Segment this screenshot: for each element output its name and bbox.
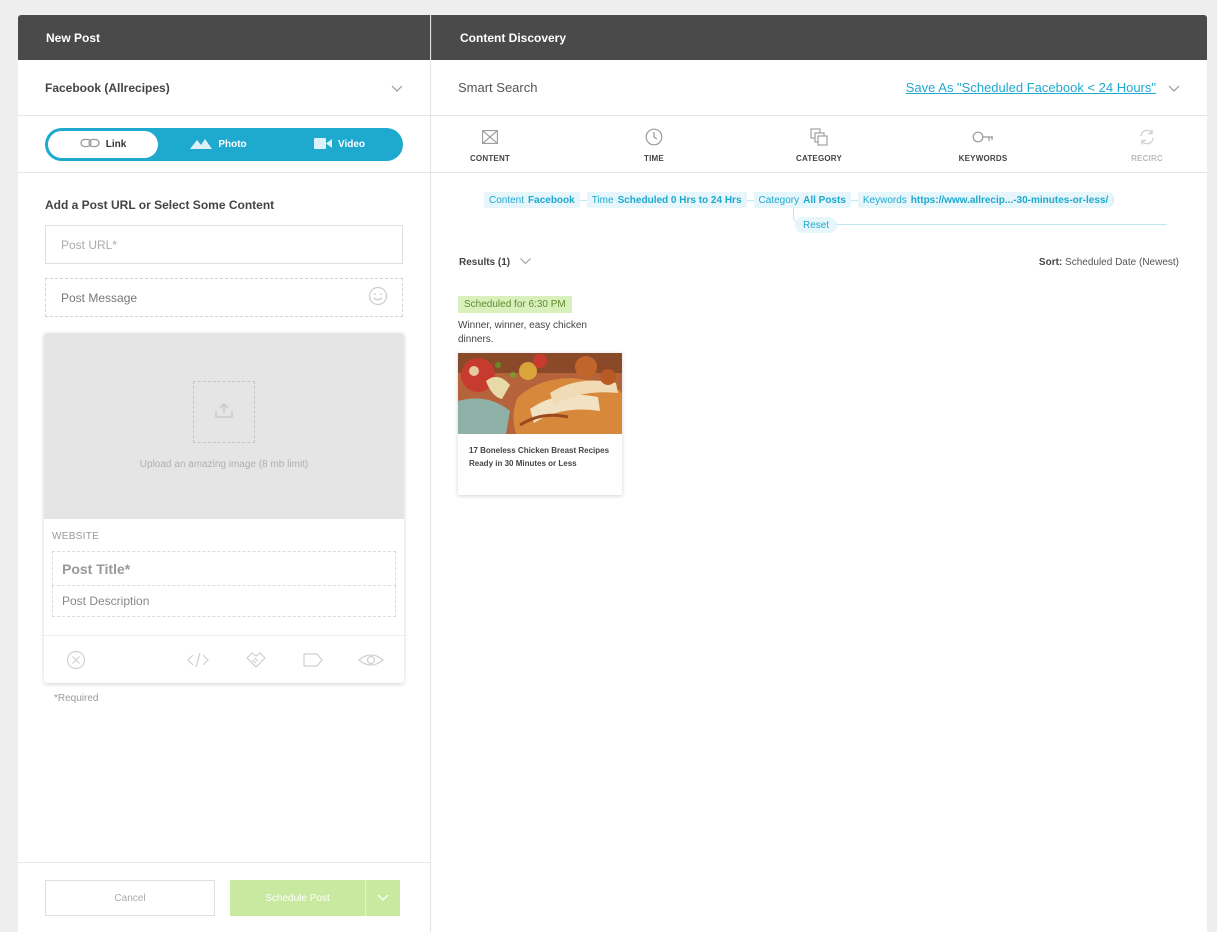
result-title: 17 Boneless Chicken Breast Recipes Ready…: [469, 446, 610, 468]
save-as-link[interactable]: Save As "Scheduled Facebook < 24 Hours": [906, 80, 1156, 95]
account-name: Facebook (Allrecipes): [45, 80, 170, 95]
post-type-row: Link Photo Video: [18, 116, 430, 173]
chevron-down-icon: [377, 889, 389, 907]
schedule-post-button-group: Schedule Post: [230, 880, 400, 916]
chevron-down-icon[interactable]: [1168, 82, 1180, 94]
chip-connector: [793, 207, 1167, 225]
website-label: WEBSITE: [52, 531, 100, 542]
filter-chip-content[interactable]: Content Facebook: [484, 192, 580, 208]
post-url-input[interactable]: Post URL*: [45, 225, 403, 264]
handshake-icon[interactable]: [245, 650, 267, 675]
app-window: New Post Facebook (Allrecipes) Link Phot…: [18, 15, 1207, 932]
sort-control[interactable]: Sort: Scheduled Date (Newest): [1039, 257, 1179, 268]
tab-photo-label: Photo: [218, 139, 247, 150]
filter-chip-category[interactable]: Category All Posts: [753, 192, 851, 208]
smart-search-row: Smart Search Save As "Scheduled Facebook…: [431, 60, 1207, 116]
post-message-input[interactable]: Post Message: [45, 278, 403, 317]
filter-tab-category-label: CATEGORY: [795, 154, 843, 163]
emoji-icon[interactable]: [368, 286, 388, 309]
save-search-control: Save As "Scheduled Facebook < 24 Hours": [906, 80, 1180, 95]
category-icon: [810, 128, 828, 148]
post-caption: Winner, winner, easy chicken dinners.: [458, 320, 587, 345]
key-icon: [972, 130, 994, 146]
filter-tab-time-label: TIME: [644, 154, 664, 163]
chip-value: Facebook: [528, 194, 575, 206]
link-icon: [80, 138, 100, 151]
post-title-placeholder: Post Title*: [62, 560, 131, 577]
filter-tab-category[interactable]: CATEGORY: [779, 128, 859, 163]
clock-icon: [645, 128, 663, 148]
tab-video-label: Video: [337, 139, 366, 150]
filter-tabs: CONTENT TIME CATEGORY KEYWORDS RECIRC: [431, 116, 1207, 173]
tab-video[interactable]: Video: [279, 131, 400, 158]
chip-key: Content: [489, 194, 525, 206]
result-thumbnail: [458, 353, 622, 434]
remove-icon[interactable]: [66, 650, 86, 675]
tab-link[interactable]: Link: [48, 131, 158, 158]
chip-value: https://www.allrecip...-30-minutes-or-le…: [910, 194, 1109, 206]
post-url-placeholder: Post URL*: [61, 237, 118, 252]
chip-key: Category: [758, 194, 800, 206]
content-discovery-panel: Content Discovery Smart Search Save As "…: [431, 15, 1207, 932]
chip-separator: [850, 199, 858, 201]
schedule-post-button[interactable]: Schedule Post: [230, 880, 365, 916]
recirc-icon: [1138, 128, 1156, 148]
post-message-placeholder: Post Message: [61, 290, 138, 305]
results-toggle[interactable]: Results (1): [459, 257, 532, 268]
eye-icon[interactable]: [358, 650, 384, 675]
smart-search-label: Smart Search: [458, 80, 538, 95]
chip-separator: [746, 199, 754, 201]
upload-hint: Upload an amazing image (8 mb limit): [139, 459, 309, 470]
new-post-panel: New Post Facebook (Allrecipes) Link Phot…: [18, 15, 431, 932]
filter-tab-recirc[interactable]: RECIRC: [1107, 128, 1187, 163]
post-description-field[interactable]: Post Description: [52, 586, 396, 617]
section-title: Add a Post URL or Select Some Content: [45, 198, 275, 212]
scheduled-badge: Scheduled for 6:30 PM: [458, 296, 572, 313]
code-icon[interactable]: [186, 650, 210, 675]
upload-icon: [215, 402, 233, 423]
result-card[interactable]: 17 Boneless Chicken Breast Recipes Ready…: [458, 353, 622, 495]
filter-tab-content[interactable]: CONTENT: [450, 128, 530, 163]
chevron-down-icon: [391, 82, 403, 94]
chip-value: All Posts: [803, 194, 846, 206]
tab-photo[interactable]: Photo: [158, 131, 279, 158]
sort-value: Scheduled Date (Newest): [1065, 257, 1179, 268]
reset-filters-button[interactable]: Reset: [795, 217, 838, 233]
filter-tab-keywords[interactable]: KEYWORDS: [943, 128, 1023, 163]
post-description-placeholder: Post Description: [62, 594, 150, 608]
filter-tab-keywords-label: KEYWORDS: [958, 154, 1008, 163]
image-upload-area[interactable]: Upload an amazing image (8 mb limit): [44, 333, 404, 519]
active-filters: Content Facebook Time Scheduled 0 Hrs to 2…: [484, 192, 1115, 208]
required-note: *Required: [54, 693, 99, 704]
left-footer: Cancel Schedule Post: [18, 862, 430, 932]
mountain-icon: [190, 137, 213, 152]
chevron-down-icon: [520, 257, 532, 268]
filter-tab-recirc-label: RECIRC: [1131, 154, 1163, 163]
card-toolbar: [44, 635, 404, 683]
chip-separator: [579, 199, 587, 201]
sort-label: Sort:: [1038, 257, 1063, 268]
chip-key: Time: [591, 194, 614, 206]
upload-box[interactable]: [193, 381, 255, 443]
tag-icon[interactable]: [302, 650, 324, 675]
video-camera-icon: [313, 137, 332, 152]
filter-tab-content-label: CONTENT: [469, 154, 511, 163]
chip-value: Scheduled 0 Hrs to 24 Hrs: [617, 194, 742, 206]
filter-chip-keywords[interactable]: Keywords https://www.allrecip...-30-minut…: [857, 192, 1115, 208]
results-count: Results (1): [459, 257, 511, 268]
account-selector[interactable]: Facebook (Allrecipes): [18, 60, 430, 116]
post-title-field[interactable]: Post Title*: [52, 551, 396, 586]
content-discovery-header: Content Discovery: [431, 15, 1207, 60]
new-post-header: New Post: [18, 15, 430, 60]
content-icon: [482, 130, 498, 146]
filter-chip-time[interactable]: Time Scheduled 0 Hrs to 24 Hrs: [586, 192, 747, 208]
link-preview-card: Upload an amazing image (8 mb limit) WEB…: [44, 333, 404, 683]
schedule-options-dropdown[interactable]: [365, 880, 400, 916]
chip-key: Keywords: [862, 194, 907, 206]
tab-link-label: Link: [105, 139, 127, 150]
filter-tab-time[interactable]: TIME: [614, 128, 694, 163]
post-type-toggle: Link Photo Video: [45, 128, 403, 161]
cancel-button[interactable]: Cancel: [45, 880, 215, 916]
